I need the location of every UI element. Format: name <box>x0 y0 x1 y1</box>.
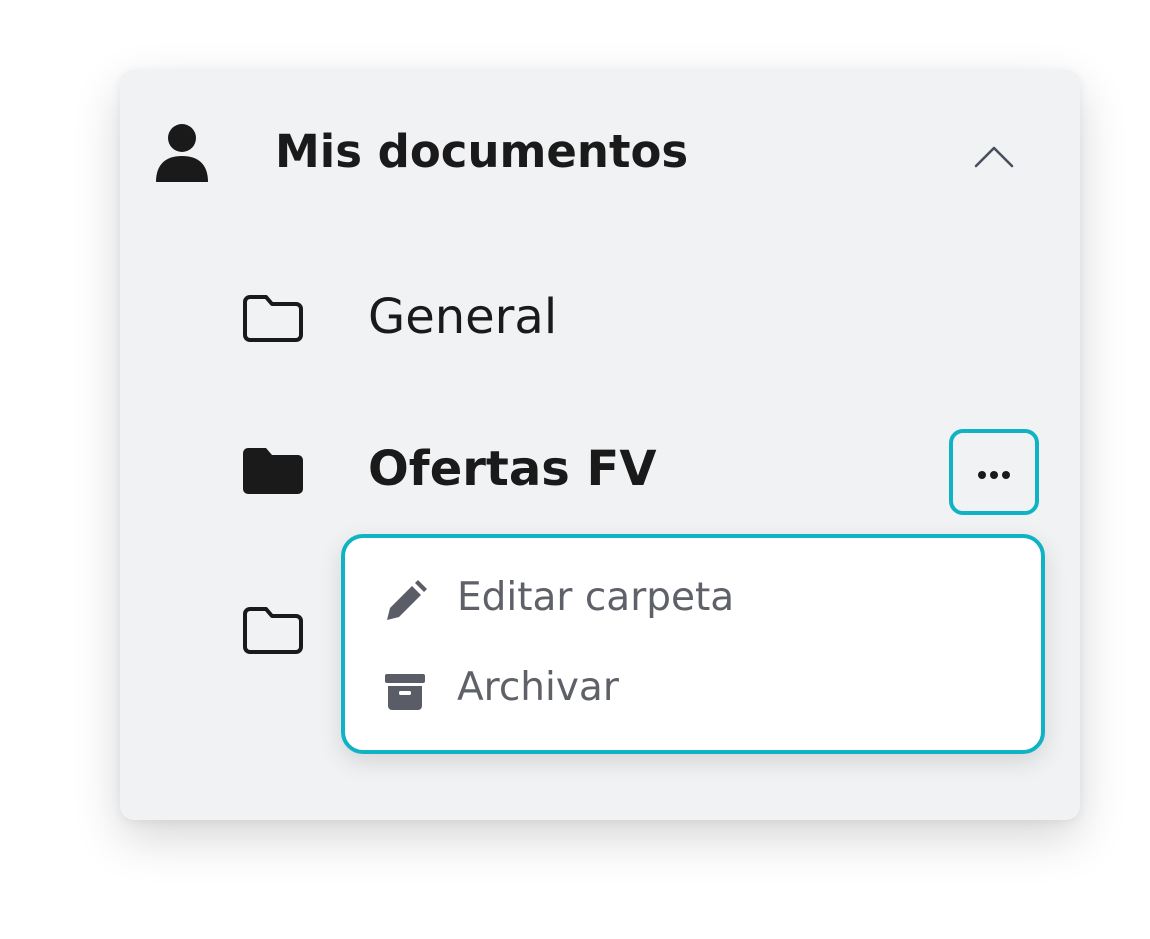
section-header[interactable]: Mis documentos <box>120 120 1080 184</box>
section-title: Mis documentos <box>275 125 689 178</box>
folder-label: Ofertas FV <box>368 441 657 497</box>
more-horizontal-icon <box>978 471 1010 479</box>
menu-item-label: Archivar <box>457 665 619 710</box>
folder-outline-icon <box>243 607 303 654</box>
folder-filled-icon <box>243 448 303 494</box>
folder-options-button[interactable] <box>949 429 1039 515</box>
folder-label: General <box>368 289 558 345</box>
menu-item-edit-folder[interactable]: Editar carpeta <box>345 560 1041 640</box>
archive-icon <box>385 674 425 710</box>
documents-panel: Mis documentos General Ofertas FV Editar… <box>120 70 1080 820</box>
folder-item-ofertas-fv[interactable]: Ofertas FV <box>220 434 1040 504</box>
menu-item-archive[interactable]: Archivar <box>345 650 1041 730</box>
chevron-up-icon[interactable] <box>972 142 1016 170</box>
user-icon <box>156 124 208 182</box>
folder-outline-icon <box>243 295 303 342</box>
folder-item-general[interactable]: General <box>220 282 1040 352</box>
pencil-icon <box>387 580 427 620</box>
menu-item-label: Editar carpeta <box>457 575 735 620</box>
folder-context-menu: Editar carpeta Archivar <box>341 534 1045 754</box>
